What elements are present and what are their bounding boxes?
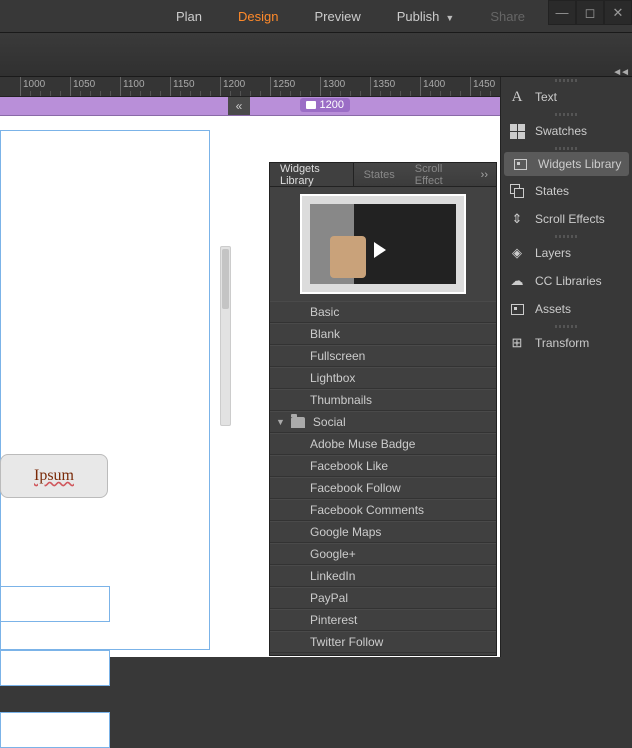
breakpoint-value: 1200 (320, 99, 344, 111)
close-button[interactable]: ✕ (604, 0, 632, 25)
tab-widgets-library[interactable]: Widgets Library (270, 163, 354, 186)
element-box[interactable] (0, 712, 110, 748)
preview-thumbnail[interactable] (300, 194, 466, 294)
text-icon: A (509, 89, 525, 105)
assets-icon (509, 301, 525, 317)
canvas-scrollbar[interactable] (220, 246, 231, 426)
widget-item[interactable]: Lightbox (270, 367, 496, 389)
dock-swatches[interactable]: Swatches (501, 117, 632, 145)
widgets-list[interactable]: BasicBlankFullscreenLightboxThumbnails▼S… (270, 301, 496, 655)
panel-expand-icon[interactable]: ›› (473, 169, 496, 181)
chevron-down-icon: ▼ (445, 13, 454, 23)
dock-assets[interactable]: Assets (501, 295, 632, 323)
menu-share: Share (472, 9, 543, 24)
scrollbar-thumb[interactable] (222, 249, 229, 309)
dock-layers[interactable]: ◈Layers (501, 239, 632, 267)
layers-icon: ◈ (509, 245, 525, 261)
widget-item[interactable]: Twitter Follow (270, 631, 496, 653)
minimize-button[interactable]: — (548, 0, 576, 25)
widget-item[interactable]: Pinterest (270, 609, 496, 631)
right-dock: ◄◄ AText Swatches Widgets Library States… (500, 77, 632, 657)
swatches-icon (509, 123, 525, 139)
page-frame[interactable] (0, 130, 210, 650)
menu-design[interactable]: Design (220, 9, 296, 24)
widget-item[interactable]: Facebook Comments (270, 499, 496, 521)
menu-preview[interactable]: Preview (297, 9, 379, 24)
widget-item[interactable]: Blank (270, 323, 496, 345)
cc-libraries-icon: ☁ (509, 273, 525, 289)
disclosure-triangle-icon: ▼ (276, 417, 285, 427)
widget-item[interactable]: Thumbnails (270, 389, 496, 411)
tab-scroll-effect[interactable]: Scroll Effect (405, 163, 473, 186)
element-box[interactable] (0, 650, 110, 686)
widget-item[interactable]: Facebook Follow (270, 477, 496, 499)
widgets-library-panel: Widgets Library States Scroll Effect ›› … (269, 162, 497, 656)
maximize-button[interactable]: ◻ (576, 0, 604, 25)
widget-item[interactable]: Facebook Like (270, 455, 496, 477)
dock-widgets-library[interactable]: Widgets Library (504, 152, 629, 176)
window-controls: — ◻ ✕ (548, 0, 632, 25)
dock-transform[interactable]: ⊞Transform (501, 329, 632, 357)
breakpoint-icon (306, 101, 316, 109)
widget-item[interactable]: LinkedIn (270, 565, 496, 587)
collapse-chevron-icon[interactable]: « (228, 97, 250, 115)
panel-tabs: Widgets Library States Scroll Effect ›› (270, 163, 496, 187)
dock-states[interactable]: States (501, 177, 632, 205)
widget-preview (270, 187, 496, 301)
widget-item[interactable]: Google+ (270, 543, 496, 565)
widgets-icon (512, 156, 528, 172)
menu-plan[interactable]: Plan (158, 9, 220, 24)
folder-icon (291, 417, 305, 428)
menu-publish[interactable]: Publish▼ (379, 9, 473, 24)
states-icon (509, 183, 525, 199)
top-menu: Plan Design Preview Publish▼ Share — ◻ ✕ (0, 0, 632, 33)
widget-folder[interactable]: ▼Social (270, 411, 496, 433)
widget-item[interactable]: Basic (270, 301, 496, 323)
dock-text[interactable]: AText (501, 83, 632, 111)
dock-collapse-icon[interactable]: ◄◄ (612, 67, 628, 78)
dock-cc-libraries[interactable]: ☁CC Libraries (501, 267, 632, 295)
dock-scroll-effects[interactable]: ⇕Scroll Effects (501, 205, 632, 233)
breakpoint-marker[interactable]: 1200 (300, 98, 350, 112)
element-box[interactable] (0, 586, 110, 622)
tool-strip (0, 33, 632, 77)
transform-icon: ⊞ (509, 335, 525, 351)
text-element[interactable]: Ipsum (0, 454, 108, 498)
widget-item[interactable]: PayPal (270, 587, 496, 609)
tab-states[interactable]: States (354, 163, 405, 186)
widget-item[interactable]: Fullscreen (270, 345, 496, 367)
text-content: Ipsum (34, 467, 74, 485)
widget-item[interactable]: Adobe Muse Badge (270, 433, 496, 455)
scroll-effects-icon: ⇕ (509, 211, 525, 227)
play-icon (374, 242, 386, 258)
widget-item[interactable]: Google Maps (270, 521, 496, 543)
